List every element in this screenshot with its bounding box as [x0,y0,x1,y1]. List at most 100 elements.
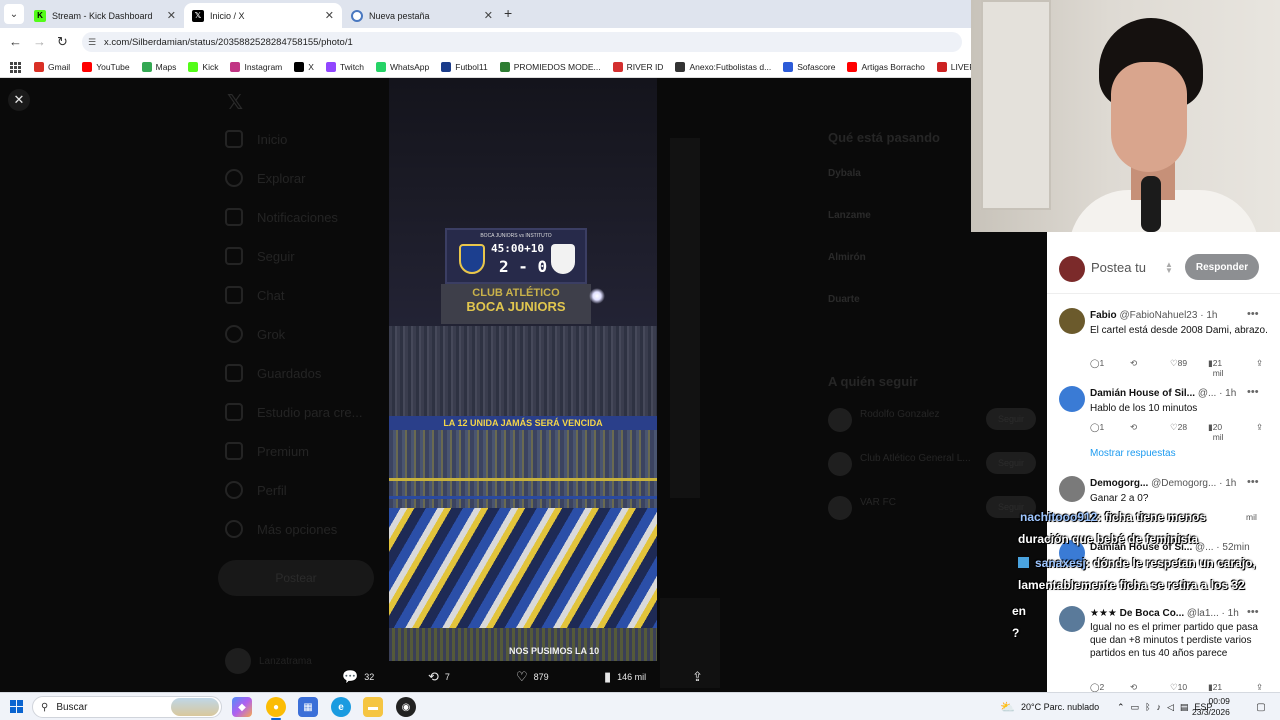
edge-icon[interactable]: e [331,697,351,717]
share-icon[interactable]: ⇪ [1256,682,1263,692]
tab-kick-dashboard[interactable]: K Stream - Kick Dashboard ✕ [26,3,184,28]
follow-suggestion[interactable]: Club Atlético General L... Seguir [828,450,1040,480]
close-icon[interactable]: ✕ [167,9,176,22]
url-field[interactable]: ☰ x.com/Silberdamian/status/203588252828… [82,32,962,52]
reply-item[interactable]: Demogorg... @Demogorg... · 1h ••• Ganar … [1047,476,1280,536]
file-explorer-icon[interactable]: ▬ [363,697,383,717]
taskbar-search[interactable]: ⚲ Buscar [32,696,222,718]
apps-grid-icon[interactable] [10,61,21,73]
bookmark-whatsapp[interactable]: WhatsApp [376,61,429,72]
bookmark-promiedos-mode[interactable]: PROMIEDOS MODE... [499,61,601,72]
more-dots-icon[interactable]: ••• [1247,386,1259,398]
more-dots-icon[interactable]: ••• [1247,308,1259,320]
site-info-icon[interactable]: ☰ [88,37,96,48]
tab-inicio-x[interactable]: 𝕏 Inicio / X ✕ [184,3,342,28]
reply-input[interactable]: Postea tu [1091,260,1146,275]
tab-search-chevron-icon[interactable]: ⌄ [4,4,24,24]
follow-suggestion[interactable]: VAR FC Seguir [828,494,1040,524]
microphone-icon[interactable]: ♪ [1156,702,1161,712]
bookmark-x[interactable]: X [294,61,314,72]
copilot-icon[interactable]: ◆ [232,697,252,717]
bookmark-artigas-borracho[interactable]: Artigas Borracho [847,61,925,72]
repost-icon[interactable]: ⟲ [1130,682,1137,692]
share-icon[interactable]: ⇪ [1256,422,1263,433]
usb-icon[interactable]: ▭ [1131,702,1140,713]
notifications-icon[interactable]: ▢ [1251,697,1271,717]
bookmark-livefutbol[interactable]: LIVEFUTBOL [936,61,971,72]
windows-start-icon[interactable] [10,700,23,713]
repost-icon[interactable]: ⟲ [1130,358,1137,369]
nav-item-premium[interactable]: Premium [225,442,309,460]
chrome-icon[interactable]: ● [266,697,286,717]
taskbar-clock[interactable]: 00:09 23/3/2026 [1192,696,1230,718]
views-icon[interactable]: ▮ 21 mil [1208,358,1224,378]
nav-item-seguir[interactable]: Seguir [225,247,295,265]
close-photo-icon[interactable]: ✕ [8,89,30,111]
new-tab-icon[interactable]: + [504,5,512,21]
nav-item-estudio[interactable]: Estudio para cre... [225,403,363,421]
heart-icon[interactable]: ♡ 89 [1170,358,1187,369]
reply-button[interactable]: Responder [1185,254,1259,280]
tab-nueva-pestana[interactable]: Nueva pestaña ✕ [343,3,501,28]
nav-item-inicio[interactable]: Inicio [225,130,287,148]
repost-action[interactable]: ⟲ 7 [428,669,450,685]
reply-icon[interactable]: ◯ 2 [1090,682,1104,692]
repost-icon[interactable]: ⟲ [1130,422,1137,433]
trend-item[interactable]: Dybala [828,166,861,179]
show-more-replies-link[interactable]: Mostrar respuestas [1090,448,1176,459]
chevron-up-icon[interactable]: ⌃ [1117,702,1125,713]
bookmark-anexo-futbolistas-d[interactable]: Anexo:Futbolistas d... [675,61,771,72]
like-action[interactable]: ♡ 879 [516,669,549,685]
nav-item-explorar[interactable]: Explorar [225,169,305,187]
obs-icon[interactable]: ◉ [396,697,416,717]
bookmark-futbol11[interactable]: Futbol11 [441,61,488,72]
bluetooth-icon[interactable]: ᛒ [1145,702,1150,712]
bookmark-sofascore[interactable]: Sofascore [783,61,835,72]
more-dots-icon[interactable]: ••• [1247,606,1259,618]
bookmark-instagram[interactable]: Instagram [230,61,282,72]
weather-widget[interactable]: ⛅ 20°C Parc. nublado [1000,693,1099,720]
reply-action[interactable]: 💬 32 [342,669,374,685]
reload-icon[interactable]: ↻ [57,34,68,50]
heart-icon[interactable]: ♡ 28 [1170,422,1187,433]
nav-item-grok[interactable]: Grok [225,325,285,343]
follow-suggestion[interactable]: Rodolfo Gonzalez Seguir [828,406,1040,436]
trend-item[interactable]: Duarte [828,292,860,305]
x-logo-icon[interactable]: 𝕏 [227,90,243,115]
nav-item-guardados[interactable]: Guardados [225,364,321,382]
post-button[interactable]: Postear [218,560,374,596]
views-action[interactable]: ▮ 146 mil [604,669,646,685]
nav-item-perfil[interactable]: Perfil [225,481,287,499]
bookmark-kick[interactable]: Kick [188,61,218,72]
follow-button[interactable]: Seguir [986,452,1036,474]
reply-item[interactable]: ★★★ De Boca Co... @la1... · 1h ••• Igual… [1047,606,1280,692]
close-icon[interactable]: ✕ [325,9,334,22]
heart-icon[interactable]: ♡ 10 [1170,682,1187,692]
bookmark-river-id[interactable]: RIVER ID [612,61,663,72]
bookmark-maps[interactable]: Maps [141,61,176,72]
account-switcher[interactable]: Lanzatrama [225,648,312,674]
reply-item[interactable]: Damián House of Sil... @... · 1h ••• Hab… [1047,386,1280,446]
trend-item[interactable]: Almirón [828,250,866,263]
network-icon[interactable]: ▤ [1180,702,1189,713]
forward-arrow-icon[interactable]: → [33,34,46,49]
trend-item[interactable]: Lanzame [828,208,871,221]
nav-item-chat[interactable]: Chat [225,286,284,304]
bookmark-youtube[interactable]: YouTube [82,61,130,72]
bookmark-twitch[interactable]: Twitch [325,61,364,72]
share-icon[interactable]: ⇪ [1256,358,1263,369]
nav-item-mas-opciones[interactable]: Más opciones [225,520,337,538]
more-dots-icon[interactable]: ••• [1247,476,1259,488]
share-action[interactable]: ⇪ [692,669,709,685]
speaker-icon[interactable]: ◁ [1167,702,1174,713]
back-arrow-icon[interactable]: ← [9,34,22,49]
reply-icon[interactable]: ◯ 1 [1090,422,1104,433]
views-icon[interactable]: ▮ 20 mil [1208,422,1224,442]
bookmark-gmail[interactable]: Gmail [34,61,70,72]
close-icon[interactable]: ✕ [484,9,493,22]
reply-item[interactable]: Fabio @FabioNahuel23 · 1h ••• El cartel … [1047,308,1280,378]
reply-icon[interactable]: ◯ 1 [1090,358,1104,369]
views-icon[interactable]: ▮ 21 mil [1208,682,1222,692]
nav-item-notificaciones[interactable]: Notificaciones [225,208,338,226]
store-icon[interactable]: ▦ [298,697,318,717]
